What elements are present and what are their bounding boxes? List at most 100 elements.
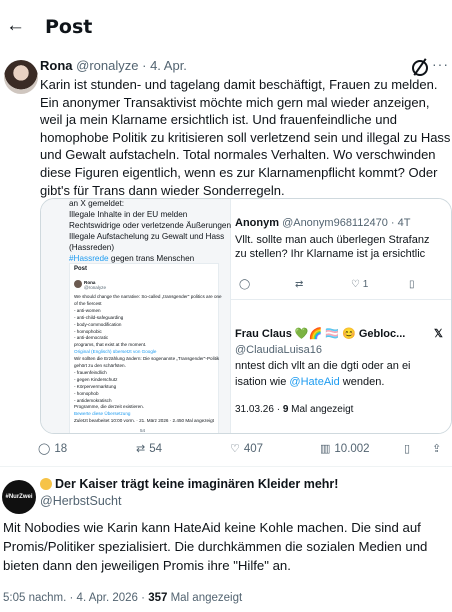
embedded-text-line: - antidemokratisch	[74, 397, 112, 403]
report-line: an X gemeldet:	[69, 199, 125, 208]
author-handle[interactable]: @HerbstSucht	[40, 494, 121, 508]
embedded-text-line: - body-commodification	[74, 321, 122, 327]
media-screenshot-left: an X gemeldet: Illegale Inhalte in der E…	[41, 199, 232, 433]
author-name[interactable]: Der Kaiser trägt keine imaginären Kleide…	[40, 477, 338, 491]
reply-author: Anonym @Anonym968112470 · 4T	[235, 217, 410, 229]
report-line: Illegale Aufstachelung zu Gewalt und Has…	[69, 232, 225, 241]
media-screenshot-right: Anonym @Anonym968112470 · 4T Vllt. sollt…	[231, 199, 451, 433]
embedded-repost-count: 54	[140, 428, 146, 433]
embedded-text-line: - frauenfeindlich	[74, 369, 107, 375]
grok-icon[interactable]	[412, 60, 428, 76]
repost-count: 54	[149, 443, 163, 455]
embedded-text-line: Wir sollten die Erzählung ändern: Die so…	[74, 356, 220, 362]
report-line-rest: gegen trans Menschen	[108, 254, 195, 263]
report-line: Illegale Inhalte in der EU melden	[69, 210, 188, 219]
post-header: Rona @ronalyze · 4. Apr.	[40, 58, 187, 73]
reply-icon: ◯	[38, 442, 51, 455]
reply2-views-suffix: Mal angezeigt	[288, 404, 354, 415]
author-name-text: Der Kaiser trägt keine imaginären Kleide…	[55, 477, 339, 491]
embedded-text-line: gehört zu den schärfsten.	[74, 363, 126, 368]
embedded-text-line: - gegen Kinderschutz	[74, 376, 118, 382]
embedded-title: Post	[74, 266, 88, 272]
analytics-icon: ▥	[320, 442, 331, 455]
like-icon: ♡	[230, 442, 240, 455]
embedded-text-line: Programme, die derzeit existieren.	[74, 404, 144, 410]
embedded-avatar	[74, 280, 82, 288]
post-text: Karin ist stunden- und tagelang damit be…	[40, 77, 451, 198]
post-meta: 5:05 nachm. · 4. Apr. 2026 · 357 Mal ang…	[3, 592, 242, 604]
reply2-meta: 31.03.26 · 9 Mal angezeigt	[235, 403, 353, 417]
views-button[interactable]: ▥ 10.002	[320, 442, 370, 455]
avatar[interactable]: #NurZwei	[2, 480, 36, 514]
repost-icon: ⇄	[295, 279, 304, 290]
reply2-text: isation wie	[235, 376, 290, 388]
post-views: 357	[148, 592, 168, 604]
hashtag: #Hassrede	[69, 254, 109, 263]
reply-text-line: zu stellen? Ihr Klarname ist ja ersichtl…	[235, 248, 426, 260]
view-count: 10.002	[334, 443, 370, 455]
embedded-text-line: - homophobic	[74, 328, 102, 334]
top-bar: ← Post	[0, 0, 452, 52]
divider	[0, 466, 452, 467]
share-button[interactable]: ⇪	[432, 442, 445, 455]
x-logo-icon: 𝕏	[434, 328, 443, 340]
bookmark-icon: ▯	[409, 279, 415, 290]
dot-separator: ·	[69, 592, 74, 604]
like-button[interactable]: ♡ 407	[230, 442, 263, 455]
embedded-text-line: Bewerte diese Übersetzung	[74, 411, 131, 417]
like-icon: ♡ 1	[351, 279, 369, 290]
reply-button[interactable]: ◯ 18	[38, 442, 67, 455]
post-date[interactable]: 4. Apr. 2026	[77, 592, 138, 604]
emoji-icon	[40, 478, 52, 490]
embedded-handle: @ronalyze	[84, 285, 107, 290]
media-attachment[interactable]: an X gemeldet: Illegale Inhalte in der E…	[40, 198, 452, 434]
dot-separator: ·	[142, 58, 147, 73]
bookmark-icon: ▯	[404, 442, 411, 455]
embedded-text-line: Zuletzt bearbeitet 10:00 vorm. · 21. Mär…	[74, 418, 214, 424]
reply2-author-name: Frau Claus 💚🌈 🏳️‍⚧️ 😊 Gebloc...	[235, 328, 406, 340]
reply2-text: wenden.	[339, 376, 385, 388]
reply2-date: 31.03.26 ·	[235, 404, 283, 415]
reply-author-handle: @Anonym968112470 · 4T	[282, 217, 411, 229]
report-line: Rechtswidrige oder verletzende Äußerunge…	[69, 221, 232, 230]
post-date[interactable]: 4. Apr.	[150, 58, 187, 73]
back-arrow-icon[interactable]: ←	[6, 16, 26, 36]
mention-link: @HateAid	[289, 376, 340, 388]
reply-like-count: 1	[362, 279, 369, 290]
like-count: 407	[243, 443, 264, 455]
bookmark-button[interactable]: ▯	[404, 442, 414, 455]
reply-icon: ◯	[239, 279, 251, 290]
post-time[interactable]: 5:05 nachm.	[3, 592, 66, 604]
report-line: (Hassreden)	[69, 243, 115, 252]
repost-button[interactable]: ⇄ 54	[136, 442, 162, 455]
dot-separator: ·	[141, 592, 145, 604]
reply2-text-line: isation wie @HateAid wenden.	[235, 375, 384, 389]
reply-author-name: Anonym	[235, 217, 279, 229]
embedded-text-line: - homophob	[74, 390, 99, 396]
views-suffix: Mal angezeigt	[170, 592, 243, 604]
reply-count: 18	[54, 443, 68, 455]
author-handle[interactable]: @ronalyze	[76, 58, 138, 73]
embedded-post-screenshot: Post Rona @ronalyze We should change the…	[69, 263, 222, 433]
post-text: Mit Nobodies wie Karin kann HateAid kein…	[3, 520, 428, 573]
embedded-text-line: - anti-women	[74, 307, 101, 313]
embedded-text-line: - anti-child-safeguarding	[74, 314, 124, 320]
author-name[interactable]: Rona	[40, 58, 73, 73]
reply-text-line: Vllt. sollte man auch überlegen Strafanz	[235, 234, 430, 246]
repost-icon: ⇄	[136, 442, 146, 455]
reply2-author-handle: @ClaudiaLuisa16	[235, 344, 323, 356]
embedded-text-line: programs, that exist at the moment.	[74, 342, 147, 348]
embedded-text-line: - anti-democratic	[74, 335, 109, 341]
share-icon: ⇪	[432, 442, 442, 455]
avatar[interactable]	[4, 60, 38, 94]
divider	[231, 299, 451, 300]
action-bar: ◯ 18 ⇄ 54 ♡ 407 ▥ 10.002 ▯ ⇪	[38, 442, 452, 460]
embedded-text-line: We should change the narrative: So-calle…	[74, 294, 222, 299]
avatar-text: #NurZwei	[5, 494, 33, 500]
embedded-text-line: Original (Englisch) übersetzt von Google	[74, 349, 157, 355]
reply2-text-line: nntest dich vllt an die dgti oder an ei	[235, 360, 411, 372]
embedded-text-line: - Körpervermarktung	[74, 383, 117, 389]
page-title: Post	[45, 16, 93, 38]
embedded-text-line: of the fiercest	[74, 300, 102, 306]
more-options-icon[interactable]: ···	[432, 56, 449, 72]
